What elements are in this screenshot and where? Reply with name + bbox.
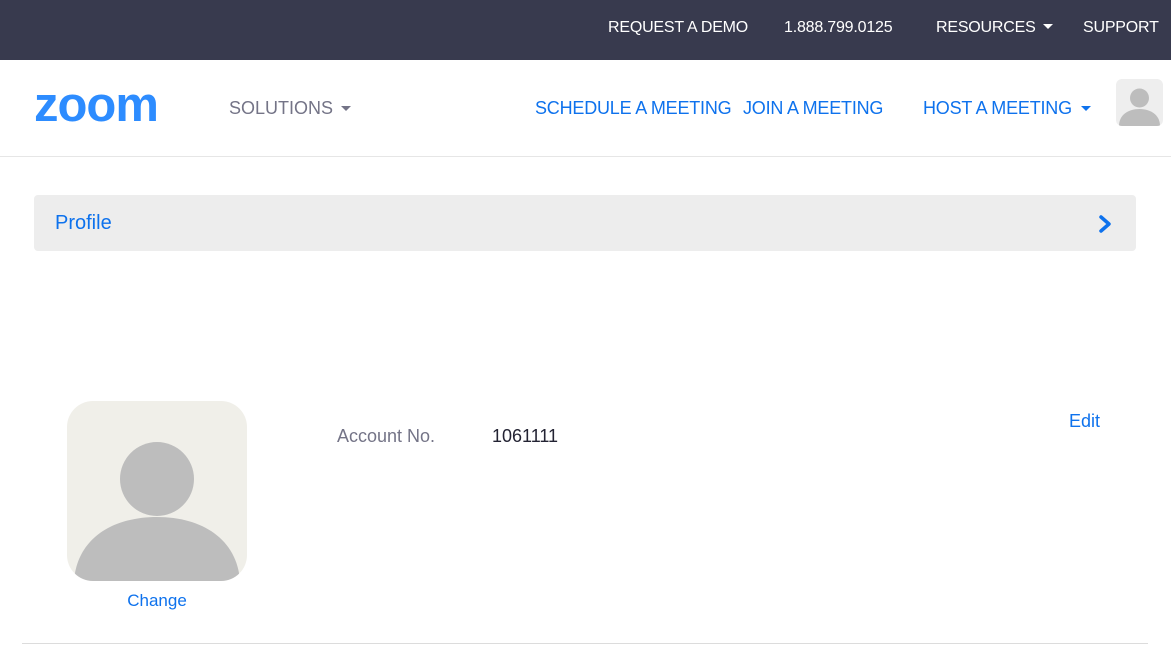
- account-number-label: Account No.: [337, 426, 436, 446]
- host-meeting-menu[interactable]: HOST A MEETING: [923, 97, 1091, 119]
- resources-label: RESOURCES: [936, 19, 1036, 36]
- zoom-logo[interactable]: zoom: [34, 84, 200, 130]
- edit-profile-link[interactable]: Edit: [1069, 410, 1100, 432]
- request-demo-link[interactable]: REQUEST A DEMO: [608, 18, 748, 38]
- schedule-meeting-link[interactable]: SCHEDULE A MEETING: [535, 97, 732, 119]
- caret-down-icon: [1042, 24, 1053, 30]
- solutions-menu[interactable]: SOLUTIONS: [229, 97, 352, 119]
- user-avatar-icon: [1119, 88, 1160, 126]
- profile-section-header[interactable]: Profile: [34, 195, 1136, 251]
- chevron-right-icon: [1099, 215, 1111, 233]
- profile-section-title: Profile: [55, 212, 112, 234]
- change-photo-link[interactable]: Change: [67, 591, 247, 611]
- profile-picture: [67, 401, 247, 581]
- solutions-label: SOLUTIONS: [229, 98, 334, 118]
- support-link[interactable]: SUPPORT: [1083, 18, 1159, 38]
- host-meeting-label: HOST A MEETING: [923, 98, 1072, 118]
- logo-text: zoom: [34, 84, 158, 130]
- caret-down-icon: [1080, 105, 1091, 111]
- section-divider: [22, 643, 1148, 644]
- account-number-value: 1061111: [492, 426, 559, 446]
- account-avatar-button[interactable]: [1116, 79, 1163, 126]
- main-navbar: zoom SOLUTIONS SCHEDULE A MEETING JOIN A…: [0, 60, 1171, 157]
- top-utility-bar: REQUEST A DEMO 1.888.799.0125 RESOURCES …: [0, 0, 1171, 60]
- resources-menu[interactable]: RESOURCES: [936, 18, 1053, 38]
- user-avatar-icon: [74, 442, 240, 581]
- phone-number-link[interactable]: 1.888.799.0125: [784, 18, 893, 38]
- caret-down-icon: [341, 105, 352, 111]
- join-meeting-link[interactable]: JOIN A MEETING: [743, 97, 883, 119]
